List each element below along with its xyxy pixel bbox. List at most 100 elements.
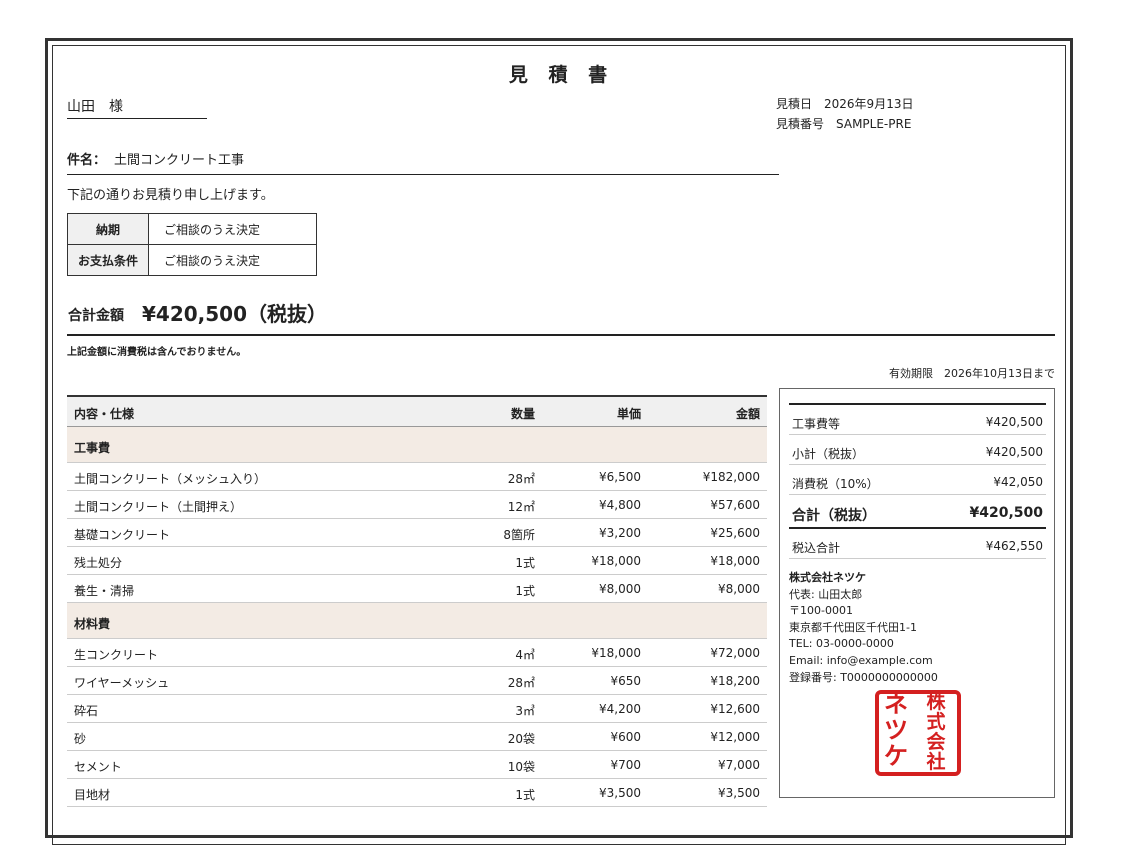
seal-glyph: ネ bbox=[884, 690, 908, 718]
item-amount: ¥12,000 bbox=[710, 730, 760, 744]
header-description: 内容・仕様 bbox=[74, 407, 135, 421]
seal-glyph: 株 bbox=[926, 690, 946, 713]
terms-row: 納期 ご相談のうえ決定 bbox=[67, 213, 317, 245]
table-row: 土間コンクリート（メッシュ入り） 28㎡ ¥6,500 ¥182,000 bbox=[67, 463, 767, 491]
items-table: 内容・仕様 数量 単価 金額 工事費 土間コンクリート（メッシュ入り） 28㎡ ¥6,… bbox=[67, 395, 767, 807]
summary-label: 合計（税抜） bbox=[792, 508, 876, 524]
estimate-number-value: SAMPLE-PRE bbox=[836, 117, 912, 131]
terms-value: ご相談のうえ決定 bbox=[148, 213, 317, 245]
estimate-date-value: 2026年9月13日 bbox=[824, 97, 914, 111]
summary-value: ¥462,550 bbox=[985, 539, 1043, 553]
summary-value: ¥420,500 bbox=[969, 505, 1043, 521]
document-title: 見 積 書 bbox=[508, 64, 615, 86]
seal-glyph: 社 bbox=[925, 750, 945, 773]
company-info: 株式会社ネツケ 代表: 山田太郎 〒100-0001 東京都千代田区千代田1-1… bbox=[789, 570, 938, 686]
summary-label: 消費税（10%） bbox=[792, 477, 879, 491]
item-quantity: 28㎡ bbox=[507, 676, 535, 690]
table-row: 砂 20袋 ¥600 ¥12,000 bbox=[67, 723, 767, 751]
seal-glyph: 式 bbox=[926, 710, 945, 733]
item-quantity: 1式 bbox=[515, 584, 535, 598]
section-row: 工事費 bbox=[67, 427, 767, 463]
table-row: 基礎コンクリート 8箇所 ¥3,200 ¥25,600 bbox=[67, 519, 767, 547]
item-unit-price: ¥18,000 bbox=[591, 554, 641, 568]
item-description: 土間コンクリート（土間押え） bbox=[74, 500, 243, 514]
company-phone: TEL: 03-0000-0000 bbox=[789, 637, 894, 651]
header-amount: 金額 bbox=[735, 407, 760, 421]
summary-label: 小計（税抜） bbox=[792, 447, 865, 461]
table-row: 生コンクリート 4㎥ ¥18,000 ¥72,000 bbox=[67, 639, 767, 667]
header-quantity: 数量 bbox=[510, 407, 535, 421]
recipient-name: 山田 様 bbox=[67, 96, 207, 119]
subject-line: 件名： 土間コンクリート工事 bbox=[67, 149, 779, 175]
item-amount: ¥72,000 bbox=[710, 646, 760, 660]
summary-value: ¥420,500 bbox=[985, 445, 1043, 459]
summary-table: 工事費等 ¥420,500 小計（税抜） ¥420,500 消費税（10%） ¥42,05… bbox=[789, 403, 1046, 559]
company-registration: 登録番号: T0000000000000 bbox=[789, 670, 938, 684]
item-unit-price: ¥8,000 bbox=[599, 582, 641, 596]
table-row: 養生・清掃 1式 ¥8,000 ¥8,000 bbox=[67, 575, 767, 603]
total-amount: 合計金額 ¥420,500（税抜） bbox=[67, 298, 1055, 336]
item-amount: ¥182,000 bbox=[702, 470, 760, 484]
item-description: 養生・清掃 bbox=[74, 584, 135, 598]
item-amount: ¥8,000 bbox=[718, 582, 760, 596]
item-unit-price: ¥650 bbox=[610, 674, 641, 688]
section-label: 材料費 bbox=[74, 617, 111, 631]
item-description: 砂 bbox=[74, 732, 87, 746]
item-unit-price: ¥3,500 bbox=[599, 786, 641, 800]
terms-label: お支払条件 bbox=[67, 244, 149, 276]
summary-row: 合計（税抜） ¥420,500 bbox=[789, 495, 1046, 529]
item-quantity: 3㎥ bbox=[515, 704, 535, 718]
item-quantity: 1式 bbox=[515, 556, 535, 570]
summary-label: 税込合計 bbox=[792, 541, 841, 555]
items-body: 工事費 土間コンクリート（メッシュ入り） 28㎡ ¥6,500 ¥182,000 土間コン… bbox=[67, 427, 767, 807]
summary-row: 消費税（10%） ¥42,050 bbox=[789, 465, 1046, 495]
item-amount: ¥25,600 bbox=[710, 526, 760, 540]
terms-label: 納期 bbox=[67, 213, 149, 245]
summary-row: 工事費等 ¥420,500 bbox=[789, 405, 1046, 435]
terms-table: 納期 ご相談のうえ決定 お支払条件 ご相談のうえ決定 bbox=[67, 213, 317, 276]
table-row: 目地材 1式 ¥3,500 ¥3,500 bbox=[67, 779, 767, 807]
item-description: 残土処分 bbox=[74, 556, 123, 570]
item-quantity: 8箇所 bbox=[503, 528, 535, 542]
section-row: 材料費 bbox=[67, 603, 767, 639]
table-row: セメント 10袋 ¥700 ¥7,000 bbox=[67, 751, 767, 779]
estimate-number: 見積番号 SAMPLE-PRE bbox=[776, 115, 911, 132]
item-amount: ¥57,600 bbox=[710, 498, 760, 512]
item-unit-price: ¥4,800 bbox=[599, 498, 641, 512]
summary-row: 税込合計 ¥462,550 bbox=[789, 529, 1046, 559]
section-label: 工事費 bbox=[74, 441, 111, 455]
summary-value: ¥420,500 bbox=[985, 415, 1043, 429]
item-description: ワイヤーメッシュ bbox=[74, 676, 170, 690]
summary-label: 工事費等 bbox=[792, 417, 841, 431]
item-unit-price: ¥6,500 bbox=[599, 470, 641, 484]
item-description: 砕石 bbox=[74, 704, 99, 718]
table-row: 土間コンクリート（土間押え） 12㎡ ¥4,800 ¥57,600 bbox=[67, 491, 767, 519]
item-amount: ¥3,500 bbox=[718, 786, 760, 800]
item-quantity: 1式 bbox=[515, 788, 535, 802]
item-amount: ¥18,000 bbox=[710, 554, 760, 568]
summary-value: ¥42,050 bbox=[993, 475, 1043, 489]
item-amount: ¥7,000 bbox=[718, 758, 760, 772]
item-unit-price: ¥18,000 bbox=[591, 646, 641, 660]
validity-period: 有効期限 2026年10月13日まで bbox=[889, 367, 1055, 380]
item-description: 土間コンクリート（メッシュ入り） bbox=[74, 472, 267, 486]
company-zip: 〒100-0001 bbox=[789, 604, 853, 618]
item-description: 目地材 bbox=[74, 788, 111, 802]
seal-glyph: 会 bbox=[926, 730, 945, 753]
seal-glyph: ケ bbox=[884, 742, 908, 770]
item-unit-price: ¥700 bbox=[610, 758, 641, 772]
total-amount-value: ¥420,500（税抜） bbox=[142, 302, 328, 326]
item-description: 基礎コンクリート bbox=[74, 528, 171, 542]
company-address: 東京都千代田区千代田1-1 bbox=[789, 620, 917, 634]
subject-label: 件名： bbox=[67, 153, 107, 168]
estimate-date-label: 見積日 bbox=[776, 97, 813, 111]
item-quantity: 28㎡ bbox=[507, 472, 535, 486]
summary-panel: 工事費等 ¥420,500 小計（税抜） ¥420,500 消費税（10%） ¥42,05… bbox=[779, 388, 1055, 798]
table-row: 残土処分 1式 ¥18,000 ¥18,000 bbox=[67, 547, 767, 575]
estimate-date: 見積日 2026年9月13日 bbox=[776, 95, 913, 112]
item-unit-price: ¥3,200 bbox=[599, 526, 641, 540]
item-quantity: 10袋 bbox=[507, 760, 535, 774]
tax-note: 上記金額に消費税は含んでおりません。 bbox=[67, 347, 247, 358]
terms-value: ご相談のうえ決定 bbox=[148, 244, 317, 276]
subject-value: 土間コンクリート工事 bbox=[114, 153, 245, 168]
